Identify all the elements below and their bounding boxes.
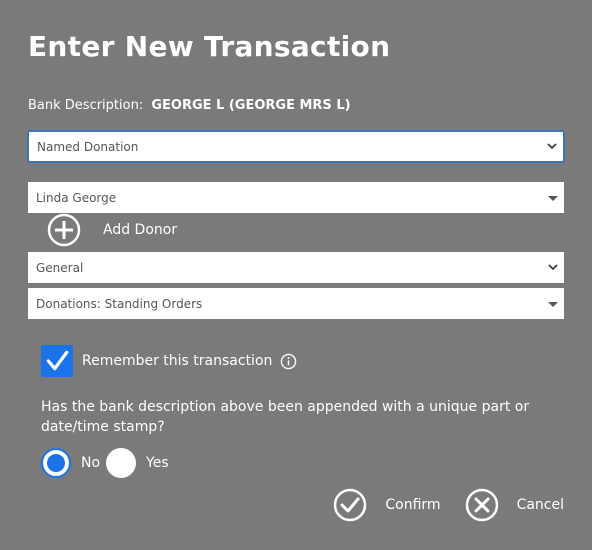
radio-no-label: No [81, 455, 101, 471]
remember-transaction: Remember this transaction [41, 345, 297, 377]
chevron-down-icon [548, 263, 558, 270]
cancel-label: Cancel [516, 497, 564, 513]
plus-circle-icon[interactable] [47, 213, 81, 247]
remember-label: Remember this transaction [82, 353, 273, 369]
dropdown-arrow-icon [548, 195, 558, 201]
confirm-label: Confirm [385, 497, 441, 513]
check-circle-icon [334, 488, 367, 522]
bank-description-value: GEORGE L (GEORGE MRS L) [151, 98, 351, 113]
fund-select[interactable]: General [28, 252, 564, 283]
unique-stamp-radio-group: No Yes [41, 448, 175, 478]
confirm-button[interactable]: Confirm [333, 488, 441, 522]
category-select[interactable]: Donations: Standing Orders [28, 288, 564, 319]
remember-checkbox[interactable] [41, 345, 73, 377]
dropdown-arrow-icon [548, 301, 558, 307]
cancel-button[interactable]: Cancel [465, 488, 564, 522]
info-icon[interactable] [280, 353, 297, 370]
add-donor-button[interactable]: Add Donor [47, 213, 177, 247]
donor-select[interactable]: Linda George [28, 182, 564, 213]
bank-description: Bank Description: GEORGE L (GEORGE MRS L… [28, 98, 351, 113]
transaction-type-value: Named Donation [37, 139, 139, 154]
dialog-title: Enter New Transaction [28, 30, 391, 63]
checkmark-icon [46, 350, 69, 371]
radio-yes-label: Yes [146, 455, 169, 471]
donor-value: Linda George [36, 190, 117, 205]
chevron-down-icon [547, 142, 557, 149]
radio-no[interactable] [41, 448, 71, 478]
dialog-actions: Confirm Cancel [333, 488, 564, 522]
category-value: Donations: Standing Orders [36, 296, 203, 311]
fund-value: General [36, 260, 84, 275]
close-circle-icon [465, 488, 498, 522]
radio-yes[interactable] [106, 448, 137, 478]
unique-stamp-question: Has the bank description above been appe… [41, 399, 530, 435]
add-donor-label: Add Donor [103, 222, 178, 238]
bank-description-label: Bank Description: [28, 98, 144, 113]
transaction-type-select[interactable]: Named Donation [27, 130, 565, 163]
